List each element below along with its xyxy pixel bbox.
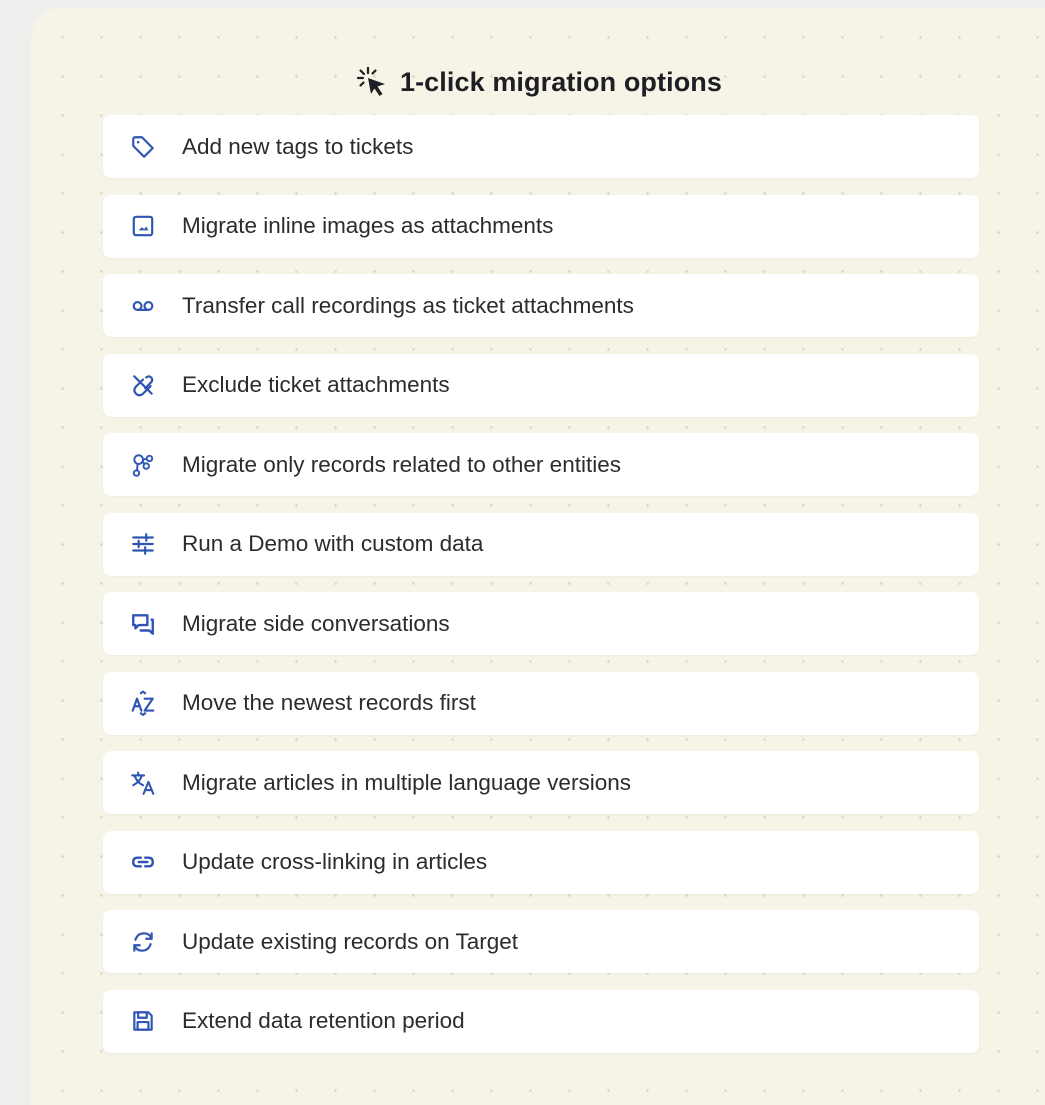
refresh-icon: [130, 929, 156, 955]
option-label: Update cross-linking in articles: [182, 849, 488, 874]
migration-options-panel: 1-click migration options Add new tags t…: [31, 8, 1045, 1105]
option-inline-images[interactable]: Migrate inline images as attachments: [103, 194, 979, 258]
option-label: Run a Demo with custom data: [182, 531, 484, 556]
translate-icon: [130, 770, 156, 796]
option-data-retention[interactable]: Extend data retention period: [103, 989, 979, 1053]
sort-az-icon: [130, 690, 156, 716]
option-exclude-attachments[interactable]: Exclude ticket attachments: [103, 353, 979, 417]
image-icon: [130, 213, 156, 239]
option-label: Add new tags to tickets: [182, 133, 414, 159]
attachment-off-icon: [130, 372, 156, 398]
options-list: Add new tags to tickets Migrate inline i…: [103, 115, 979, 1069]
option-label: Move the newest records first: [182, 690, 476, 715]
option-newest-first[interactable]: Move the newest records first: [103, 671, 979, 735]
option-call-recordings[interactable]: Transfer call recordings as ticket attac…: [103, 274, 979, 337]
link-icon: [130, 849, 156, 875]
option-label: Migrate only records related to other en…: [182, 451, 621, 477]
option-label: Migrate articles in multiple language ve…: [182, 769, 631, 795]
option-cross-linking[interactable]: Update cross-linking in articles: [103, 830, 979, 894]
chat-icon: [130, 611, 156, 637]
option-label: Extend data retention period: [182, 1008, 465, 1033]
sliders-icon: [130, 531, 156, 557]
option-multiple-languages[interactable]: Migrate articles in multiple language ve…: [103, 751, 979, 814]
option-label: Update existing records on Target: [182, 928, 519, 954]
page-title: 1-click migration options: [399, 66, 723, 97]
option-label: Transfer call recordings as ticket attac…: [182, 292, 634, 318]
option-related-records[interactable]: Migrate only records related to other en…: [103, 433, 979, 496]
tag-icon: [130, 134, 156, 160]
save-icon: [130, 1008, 156, 1034]
sparkle-cursor-icon: [354, 64, 390, 100]
option-label: Exclude ticket attachments: [182, 372, 450, 397]
option-run-demo[interactable]: Run a Demo with custom data: [103, 512, 979, 576]
option-label: Migrate side conversations: [182, 610, 450, 636]
option-update-existing[interactable]: Update existing records on Target: [103, 910, 979, 973]
panel-header: 1-click migration options: [31, 58, 1045, 106]
option-add-tags[interactable]: Add new tags to tickets: [103, 115, 979, 178]
option-label: Migrate inline images as attachments: [182, 213, 554, 238]
relations-icon: [130, 452, 156, 478]
option-side-conversations[interactable]: Migrate side conversations: [103, 592, 979, 655]
voicemail-icon: [130, 293, 156, 319]
